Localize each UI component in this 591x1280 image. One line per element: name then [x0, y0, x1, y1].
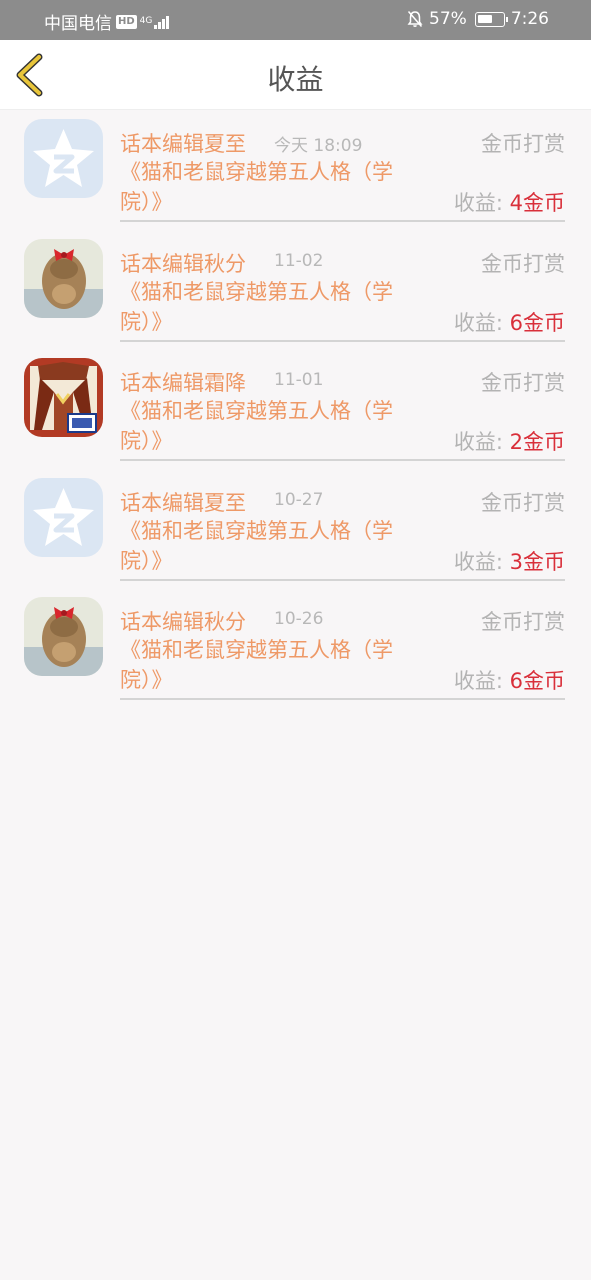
earnings: 收益: 4金币	[454, 187, 565, 217]
earnings-label: 收益:	[453, 549, 503, 574]
hair-bow-photo	[24, 597, 103, 676]
editor-name: 话本编辑秋分	[120, 610, 246, 634]
earnings-value: 6金币	[509, 310, 565, 335]
hair-bow-photo	[24, 238, 103, 318]
battery-icon	[474, 11, 508, 27]
story-title: 《猫和老鼠穿越第五人格（学院）》	[120, 518, 393, 573]
avatar	[24, 358, 103, 437]
earnings-label: 收益:	[453, 310, 503, 335]
earnings-value: 6金币	[509, 669, 565, 693]
list-item[interactable]: 话本编辑夏至 今天 18:09 金币打赏 《猫和老鼠穿越第五人格（学院）》 收益…	[0, 110, 591, 230]
timestamp: 10-27	[274, 489, 324, 510]
story-title: 《猫和老鼠穿越第五人格（学院）》	[120, 399, 393, 453]
status-left: 中国电信 HD 4G	[44, 9, 170, 34]
story-title: 《猫和老鼠穿越第五人格（学院）》	[120, 279, 393, 334]
earnings-label: 收益:	[453, 191, 503, 215]
reward-type: 金币打赏	[481, 610, 565, 634]
earnings-list: 话本编辑夏至 今天 18:09 金币打赏 《猫和老鼠穿越第五人格（学院）》 收益…	[0, 110, 591, 708]
reward-type: 金币打赏	[481, 251, 565, 276]
editor-name: 话本编辑夏至	[120, 490, 246, 515]
status-right: 57% 7:26	[407, 9, 549, 29]
editor-name: 话本编辑霜降	[120, 371, 246, 395]
clock: 7:26	[510, 9, 549, 29]
list-item[interactable]: 话本编辑霜降 11-01 金币打赏 《猫和老鼠穿越第五人格（学院）》 收益: 2…	[0, 349, 591, 469]
row-content: 话本编辑霜降 11-01 金币打赏 《猫和老鼠穿越第五人格（学院）》 收益: 2…	[120, 349, 565, 461]
list-item[interactable]: 话本编辑夏至 10-27 金币打赏 《猫和老鼠穿越第五人格（学院）》 收益: 3…	[0, 469, 591, 589]
earnings: 收益: 3金币	[454, 546, 565, 576]
list-item[interactable]: 话本编辑秋分 11-02 金币打赏 《猫和老鼠穿越第五人格（学院）》 收益: 6…	[0, 230, 591, 350]
earnings: 收益: 6金币	[454, 307, 565, 337]
reward-type: 金币打赏	[481, 371, 565, 395]
qq-star-icon	[24, 477, 103, 557]
story-title: 《猫和老鼠穿越第五人格（学院）》	[120, 160, 393, 214]
list-item[interactable]: 话本编辑秋分 10-26 金币打赏 《猫和老鼠穿越第五人格（学院）》 收益: 6…	[0, 588, 591, 708]
timestamp: 今天 18:09	[274, 136, 363, 156]
bell-off-icon	[407, 11, 423, 27]
editor-name: 话本编辑秋分	[120, 251, 246, 276]
timestamp: 11-02	[274, 250, 324, 271]
reward-type: 金币打赏	[481, 490, 565, 515]
row-content: 话本编辑夏至 今天 18:09 金币打赏 《猫和老鼠穿越第五人格（学院）》 收益…	[120, 110, 565, 222]
earnings-value: 2金币	[509, 430, 565, 454]
timestamp: 10-26	[274, 609, 324, 629]
status-bar: 中国电信 HD 4G 57% 7:26	[0, 0, 591, 40]
avatar	[24, 597, 103, 676]
avatar	[24, 238, 103, 318]
signal-icon	[153, 15, 170, 29]
story-title: 《猫和老鼠穿越第五人格（学院）》	[120, 638, 393, 692]
earnings: 收益: 2金币	[454, 426, 565, 456]
earnings-label: 收益:	[453, 669, 503, 693]
network-type: 4G	[139, 16, 153, 26]
carrier-label: 中国电信	[44, 14, 112, 34]
avatar	[24, 477, 103, 557]
row-content: 话本编辑夏至 10-27 金币打赏 《猫和老鼠穿越第五人格（学院）》 收益: 3…	[120, 469, 565, 581]
editor-name: 话本编辑夏至	[120, 132, 246, 156]
hd-badge: HD	[116, 14, 137, 29]
earnings-label: 收益:	[453, 430, 503, 454]
earnings-value: 4金币	[509, 191, 565, 215]
anime-character-image	[24, 358, 103, 437]
battery-percent: 57%	[429, 9, 467, 29]
reward-type: 金币打赏	[481, 132, 565, 156]
qq-star-icon	[24, 119, 103, 198]
earnings-value: 3金币	[509, 549, 565, 574]
page-title: 收益	[267, 63, 324, 96]
avatar	[24, 119, 103, 198]
earnings: 收益: 6金币	[454, 665, 565, 695]
row-content: 话本编辑秋分 11-02 金币打赏 《猫和老鼠穿越第五人格（学院）》 收益: 6…	[120, 230, 565, 342]
row-content: 话本编辑秋分 10-26 金币打赏 《猫和老鼠穿越第五人格（学院）》 收益: 6…	[120, 588, 565, 700]
timestamp: 11-01	[274, 370, 324, 390]
nav-bar: 收益	[0, 40, 591, 110]
